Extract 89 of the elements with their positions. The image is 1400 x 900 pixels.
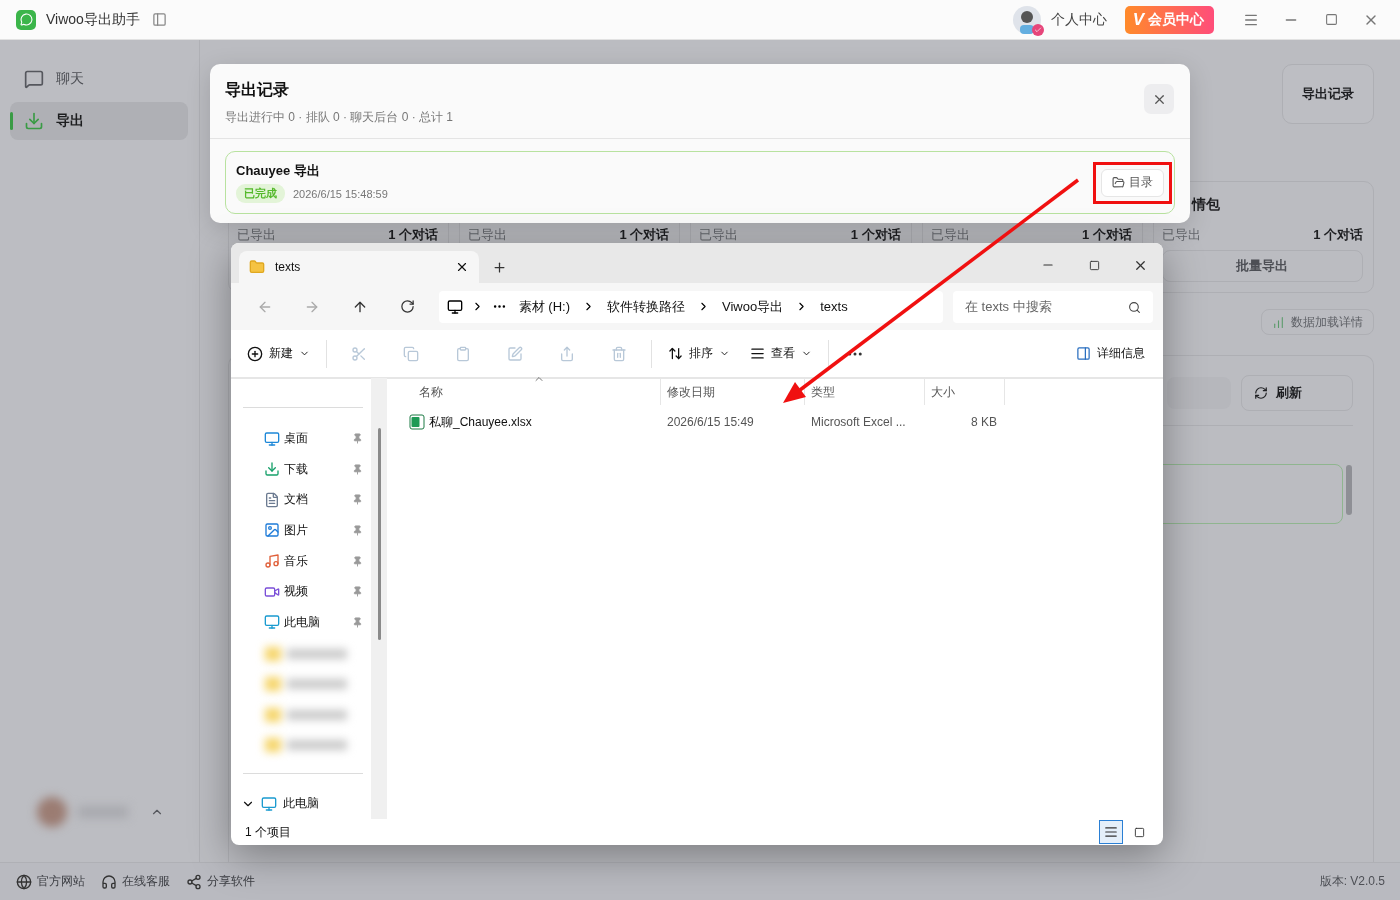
breadcrumb-item[interactable]: texts bbox=[816, 299, 852, 314]
item-count: 1 个项目 bbox=[245, 823, 291, 841]
chat-icon bbox=[24, 69, 44, 89]
nav-item[interactable]: 音乐 bbox=[241, 545, 371, 577]
details-view-button[interactable] bbox=[1099, 820, 1123, 844]
folder-icon bbox=[249, 259, 265, 275]
new-button[interactable]: 新建 bbox=[239, 337, 318, 370]
dialog-title: 导出记录 bbox=[225, 80, 290, 100]
file-size: 8 KB bbox=[970, 415, 998, 429]
column-header[interactable]: 大小 bbox=[925, 379, 1005, 405]
details-pane-button[interactable]: 详细信息 bbox=[1068, 337, 1153, 370]
nav-item[interactable]: 文档 bbox=[241, 484, 371, 516]
card-title: 情包 bbox=[1190, 196, 1221, 214]
stat-value: 1 个对话 bbox=[850, 226, 901, 244]
stat-label: 已导出 bbox=[237, 226, 276, 244]
profile-link[interactable]: 个人中心 bbox=[1050, 10, 1115, 29]
status-badge: 已完成 bbox=[236, 184, 285, 203]
stat-value: 1 个对话 bbox=[1081, 226, 1132, 244]
stat-label: 已导出 bbox=[699, 226, 739, 244]
search-icon bbox=[1128, 300, 1141, 314]
file-type: Microsoft Excel ... bbox=[810, 415, 907, 429]
app-logo-icon bbox=[16, 9, 36, 30]
stat-label: 已导出 bbox=[1161, 226, 1201, 244]
column-header[interactable]: 类型 bbox=[805, 379, 925, 405]
list-icon bbox=[1104, 825, 1118, 839]
stat-label: 已导出 bbox=[468, 226, 508, 244]
dialog-summary: 导出进行中 0 · 排队 0 · 聊天后台 0 · 总计 1 bbox=[225, 109, 454, 126]
nav-item[interactable]: 桌面 bbox=[241, 423, 371, 454]
load-details-button[interactable]: 数据加载详情 bbox=[1261, 309, 1374, 335]
sort-icon bbox=[668, 346, 683, 361]
refresh-button[interactable]: 刷新 bbox=[1241, 375, 1353, 411]
download-icon bbox=[24, 111, 44, 131]
footer-link[interactable]: 在线客服 bbox=[101, 873, 170, 890]
folder-icon bbox=[1112, 176, 1125, 189]
sidebar-item[interactable]: 聊天 bbox=[10, 60, 188, 98]
stat-label: 已导出 bbox=[930, 226, 970, 244]
breadcrumb-item[interactable]: 软件转换路径 bbox=[603, 297, 690, 316]
search-field[interactable] bbox=[1167, 377, 1231, 409]
breadcrumb-item[interactable]: 素材 (H:) bbox=[514, 297, 575, 316]
nav-item[interactable]: 图片 bbox=[241, 515, 371, 546]
nav-item[interactable]: 此电脑 bbox=[241, 788, 371, 819]
nav-item[interactable]: 视频 bbox=[241, 576, 371, 607]
document-icon bbox=[264, 491, 280, 508]
refresh-icon bbox=[1254, 386, 1268, 400]
plus-icon bbox=[247, 345, 263, 362]
share-icon bbox=[186, 873, 202, 890]
close-icon bbox=[455, 260, 469, 274]
stat-value: 1 个对话 bbox=[619, 226, 670, 244]
view-button[interactable]: 查看 bbox=[742, 337, 820, 370]
headphones-icon bbox=[101, 873, 117, 890]
lines-icon bbox=[750, 346, 765, 361]
computer-icon bbox=[264, 614, 280, 631]
download-icon bbox=[264, 461, 280, 478]
stat-value: 1 个对话 bbox=[1313, 226, 1363, 244]
export-record-button[interactable]: 导出记录 bbox=[1282, 64, 1374, 124]
search-field[interactable]: 在 texts 中搜索 bbox=[953, 290, 1153, 323]
computer-icon bbox=[446, 298, 463, 315]
column-header[interactable]: 名称 bbox=[409, 379, 661, 405]
stat-value: 1 个对话 bbox=[388, 226, 439, 244]
bar-chart-icon bbox=[1272, 315, 1285, 329]
open-folder-button[interactable]: 目录 bbox=[1101, 168, 1164, 197]
nav-item[interactable]: 此电脑 bbox=[241, 606, 371, 638]
breadcrumb-item[interactable]: Viwoo导出 bbox=[718, 297, 788, 316]
file-name[interactable]: 私聊_Chauyee.xlsx bbox=[409, 413, 661, 431]
spreadsheet-icon bbox=[409, 414, 425, 430]
square-icon bbox=[1133, 826, 1145, 838]
nav-item[interactable]: 下载 bbox=[241, 453, 371, 485]
footer-link[interactable]: 分享软件 bbox=[186, 873, 255, 890]
scrollbar-thumb[interactable] bbox=[1346, 465, 1352, 515]
panel-icon bbox=[1076, 346, 1091, 361]
picture-icon bbox=[264, 522, 280, 539]
sidebar-item[interactable]: 导出 bbox=[10, 102, 188, 140]
explorer-tab[interactable]: texts bbox=[239, 251, 479, 283]
globe-icon bbox=[16, 873, 32, 890]
close-button[interactable] bbox=[1144, 84, 1174, 114]
desktop-icon bbox=[264, 430, 280, 447]
batch-export-button[interactable]: 批量导出 bbox=[1161, 250, 1363, 282]
record-time: 2026/6/15 15:48:59 bbox=[293, 187, 388, 200]
scrollbar-thumb[interactable] bbox=[377, 428, 381, 640]
pc-icon bbox=[261, 795, 277, 812]
version-text: 版本: V2.0.5 bbox=[1319, 873, 1385, 890]
music-icon bbox=[264, 553, 280, 569]
address-bar[interactable]: 素材 (H:) 软件转换路径 Viwoo导出 texts bbox=[438, 290, 943, 323]
app-title: Viwoo导出助手 bbox=[46, 10, 140, 29]
file-modified: 2026/6/15 15:49 bbox=[666, 415, 755, 429]
sort-button[interactable]: 排序 bbox=[660, 337, 738, 370]
record-name: Chauyee 导出 bbox=[236, 162, 321, 180]
avatar-icon[interactable] bbox=[1012, 5, 1041, 34]
footer-link[interactable]: 官方网站 bbox=[16, 873, 85, 890]
